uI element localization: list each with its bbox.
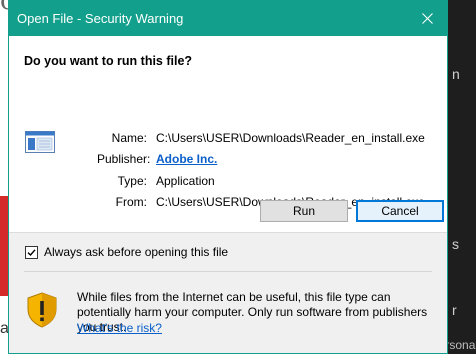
background-app-right: n s r: [448, 0, 476, 354]
checkmark-icon: [27, 248, 36, 256]
always-ask-label: Always ask before opening this file: [44, 245, 229, 259]
name-label: Name:: [111, 130, 147, 145]
type-label: Type:: [117, 173, 147, 188]
type-value: Application: [156, 173, 215, 188]
shield-warning-icon: [27, 292, 57, 328]
background-right-char: n: [452, 66, 460, 82]
whats-the-risk-link[interactable]: What's the risk?: [77, 321, 162, 335]
application-file-icon: [25, 131, 55, 153]
dialog-title: Open File - Security Warning: [17, 11, 184, 26]
background-right-char: r: [452, 302, 457, 318]
cancel-button[interactable]: Cancel: [356, 200, 444, 222]
always-ask-checkbox[interactable]: [25, 245, 38, 259]
from-label: From:: [115, 195, 147, 210]
background-app-left: [0, 0, 8, 354]
publisher-link[interactable]: Adobe Inc.: [156, 152, 217, 166]
background-red-block: [0, 196, 8, 296]
background-right-char: s: [452, 236, 459, 252]
close-icon: [421, 13, 433, 24]
detail-row-publisher: Publisher: Adobe Inc.: [97, 149, 425, 171]
detail-row-name: Name: C:\Users\USER\Downloads\Reader_en_…: [97, 127, 425, 149]
name-value: C:\Users\USER\Downloads\Reader_en_instal…: [156, 130, 425, 145]
dialog-titlebar[interactable]: Open File - Security Warning: [9, 1, 447, 36]
run-button[interactable]: Run: [260, 200, 348, 222]
security-warning-dialog: Open File - Security Warning Do you want…: [8, 0, 448, 354]
publisher-label: Publisher:: [97, 152, 151, 167]
detail-row-type: Type: Application: [97, 170, 425, 192]
always-ask-option[interactable]: Always ask before opening this file: [25, 245, 228, 259]
close-button[interactable]: [407, 1, 447, 36]
dialog-question: Do you want to run this file?: [24, 54, 193, 68]
divider: [24, 271, 432, 272]
